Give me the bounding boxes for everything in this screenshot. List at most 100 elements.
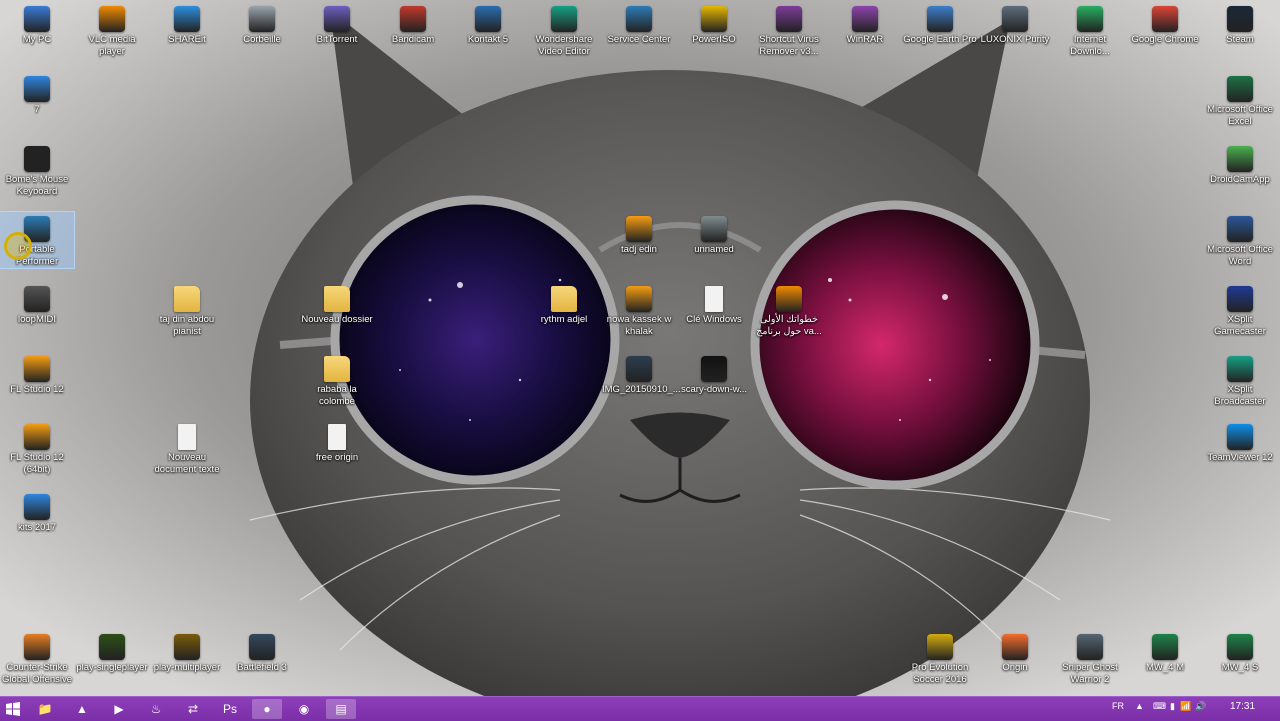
- desktop-icon[interactable]: خطواتك الأولى حول برنامج va...: [752, 282, 826, 338]
- taskbar-file-explorer-button[interactable]: 📁: [30, 699, 60, 719]
- fl-studio-icon: [626, 286, 652, 312]
- desktop-icon[interactable]: 7: [0, 72, 74, 116]
- desktop-icon[interactable]: Service Center: [602, 2, 676, 46]
- gamepad-icon: [24, 76, 50, 102]
- desktop-icon[interactable]: Internet Downlo...: [1053, 2, 1127, 58]
- desktop-icon-label: MW_4 M: [1146, 662, 1184, 673]
- notepad-icon: ▤: [335, 702, 347, 716]
- desktop-icon[interactable]: SHAREit: [150, 2, 224, 46]
- desktop-icon[interactable]: tadj edin: [602, 212, 676, 256]
- bandicam-icon: [400, 6, 426, 32]
- desktop-icon[interactable]: MW_4 M: [1128, 630, 1202, 674]
- desktop-icon[interactable]: Microsoft Office Word: [1203, 212, 1277, 268]
- desktop-icon[interactable]: TeamViewer 12: [1203, 420, 1277, 464]
- desktop-icon[interactable]: FL Studio 12 (64bit): [0, 420, 74, 476]
- signal-icon[interactable]: 📶: [1180, 701, 1191, 712]
- taskbar-photoshop-button[interactable]: Ps: [215, 699, 245, 719]
- desktop-icon-label: 7: [34, 104, 40, 115]
- desktop-icon[interactable]: rababa la colombe: [300, 352, 374, 408]
- taskbar-bandicam-button[interactable]: ●: [252, 699, 282, 719]
- fl-studio-icon: [626, 216, 652, 242]
- battlefield-icon: [249, 634, 275, 660]
- taskbar-chrome-button[interactable]: ◉: [289, 699, 319, 719]
- desktop-icon[interactable]: loopMIDI: [0, 282, 74, 326]
- desktop-icon[interactable]: Origin: [978, 630, 1052, 674]
- desktop-icon[interactable]: nowa kassek w khalak: [602, 282, 676, 338]
- desktop-icon[interactable]: Battlefield 3: [225, 630, 299, 674]
- desktop-icon[interactable]: Wondershare Video Editor: [527, 2, 601, 58]
- desktop-icon[interactable]: Nouveau dossier: [300, 282, 374, 326]
- desktop-icon-label: XSplit Broadcaster: [1214, 384, 1266, 407]
- desktop-icon[interactable]: Shortcut Virus Remover v3...: [752, 2, 826, 58]
- taskbar: 📁 ▲ ▶ ♨ ⇄ Ps ● ◉ ▤ FR ▲ ⌨ ▮ 📶 🔊 17:31: [0, 696, 1280, 721]
- desktop-icon[interactable]: Google Chrome: [1128, 2, 1202, 46]
- desktop-icon[interactable]: WinRAR: [828, 2, 902, 46]
- desktop-icon-label: scary-down-w...: [681, 384, 747, 395]
- taskbar-vlc-button[interactable]: ▲: [67, 699, 97, 719]
- volume-icon[interactable]: 🔊: [1195, 701, 1206, 712]
- desktop-icon[interactable]: Bandicam: [376, 2, 450, 46]
- start-button[interactable]: [0, 699, 26, 719]
- desktop-icon[interactable]: Bome's Mouse Keyboard: [0, 142, 74, 198]
- desktop-icon[interactable]: kits 2017: [0, 490, 74, 534]
- desktop-icon-label: Origin: [1002, 662, 1028, 673]
- keyboard-icon[interactable]: ⌨: [1153, 701, 1166, 712]
- desktop-icon[interactable]: Counter-Strike Global Offensive: [0, 630, 74, 686]
- image-file-icon: [626, 356, 652, 382]
- desktop-icon[interactable]: Microsoft Office Excel: [1203, 72, 1277, 128]
- network-icon[interactable]: ▮: [1170, 701, 1175, 712]
- fl-studio-icon: [24, 356, 50, 382]
- taskbar-steam-button[interactable]: ♨: [141, 699, 171, 719]
- desktop-icon[interactable]: My PC: [0, 2, 74, 46]
- desktop-icon[interactable]: IMG_20150910_...: [602, 352, 681, 396]
- desktop-icon-label: Pro Evolution Soccer 2016: [911, 662, 969, 685]
- desktop-icon[interactable]: VLC media player: [75, 2, 149, 58]
- desktop-icon[interactable]: Steam: [1203, 2, 1277, 46]
- desktop-icon-label: play-singleplayer: [76, 662, 148, 673]
- clock[interactable]: 17:31: [1230, 701, 1255, 712]
- desktop-icon-label: MW_4 S: [1221, 662, 1259, 673]
- desktop-icon[interactable]: scary-down-w...: [677, 352, 751, 396]
- windows-start-icon: [6, 702, 20, 716]
- desktop-icon[interactable]: Sniper Ghost Warrior 2: [1053, 630, 1127, 686]
- desktop-icon-label: loopMIDI: [17, 314, 56, 325]
- desktop-icon[interactable]: Kontakt 5: [451, 2, 525, 46]
- taskbar-teamviewer-button[interactable]: ⇄: [178, 699, 208, 719]
- cod-mp-icon: [174, 634, 200, 660]
- desktop-icon[interactable]: rythm adjel: [527, 282, 601, 326]
- tray-expand-icon[interactable]: ▲: [1135, 701, 1144, 711]
- taskbar-notepad-button[interactable]: ▤: [326, 699, 356, 719]
- desktop-icon[interactable]: XSplit Gamecaster: [1203, 282, 1277, 338]
- desktop-icon[interactable]: play-multiplayer: [150, 630, 224, 674]
- poweriso-icon: [701, 6, 727, 32]
- desktop-icon[interactable]: Corbeille: [225, 2, 299, 46]
- teamviewer-icon: ⇄: [187, 702, 199, 716]
- desktop-icon[interactable]: free origin: [300, 420, 374, 464]
- desktop-icon[interactable]: Clé Windows: [677, 282, 751, 326]
- shareit-icon: [174, 6, 200, 32]
- desktop-icon[interactable]: LUXONIX Purity: [978, 2, 1052, 46]
- language-indicator[interactable]: FR: [1112, 701, 1124, 711]
- recycle-bin-icon: [249, 6, 275, 32]
- service-center-icon: [626, 6, 652, 32]
- desktop-icon[interactable]: taj din abdou pianist: [150, 282, 224, 338]
- desktop-icon[interactable]: Pro Evolution Soccer 2016: [903, 630, 977, 686]
- desktop-icon[interactable]: unnamed: [677, 212, 751, 256]
- taskbar-media-player-button[interactable]: ▶: [104, 699, 134, 719]
- desktop-icon[interactable]: XSplit Broadcaster: [1203, 352, 1277, 408]
- folder-icon: [174, 286, 200, 312]
- desktop-icon[interactable]: FL Studio 12: [0, 352, 74, 396]
- desktop-icon-label: SHAREit: [168, 34, 206, 45]
- desktop-icon-label: Service Center: [607, 34, 671, 45]
- desktop-icon[interactable]: Google Earth Pro: [903, 2, 977, 46]
- desktop-icon[interactable]: PowerISO: [677, 2, 751, 46]
- virus-remover-icon: [776, 6, 802, 32]
- desktop-icon[interactable]: MW_4 S: [1203, 630, 1277, 674]
- desktop-icon[interactable]: Nouveau document texte: [150, 420, 224, 476]
- desktop-icon-label: Google Earth Pro: [903, 34, 977, 45]
- desktop-icon[interactable]: play-singleplayer: [75, 630, 149, 674]
- internet-download-icon: [1077, 6, 1103, 32]
- desktop-icon[interactable]: BitTorrent: [300, 2, 374, 46]
- kontakt-icon: [475, 6, 501, 32]
- desktop-icon[interactable]: DroidCamApp: [1203, 142, 1277, 186]
